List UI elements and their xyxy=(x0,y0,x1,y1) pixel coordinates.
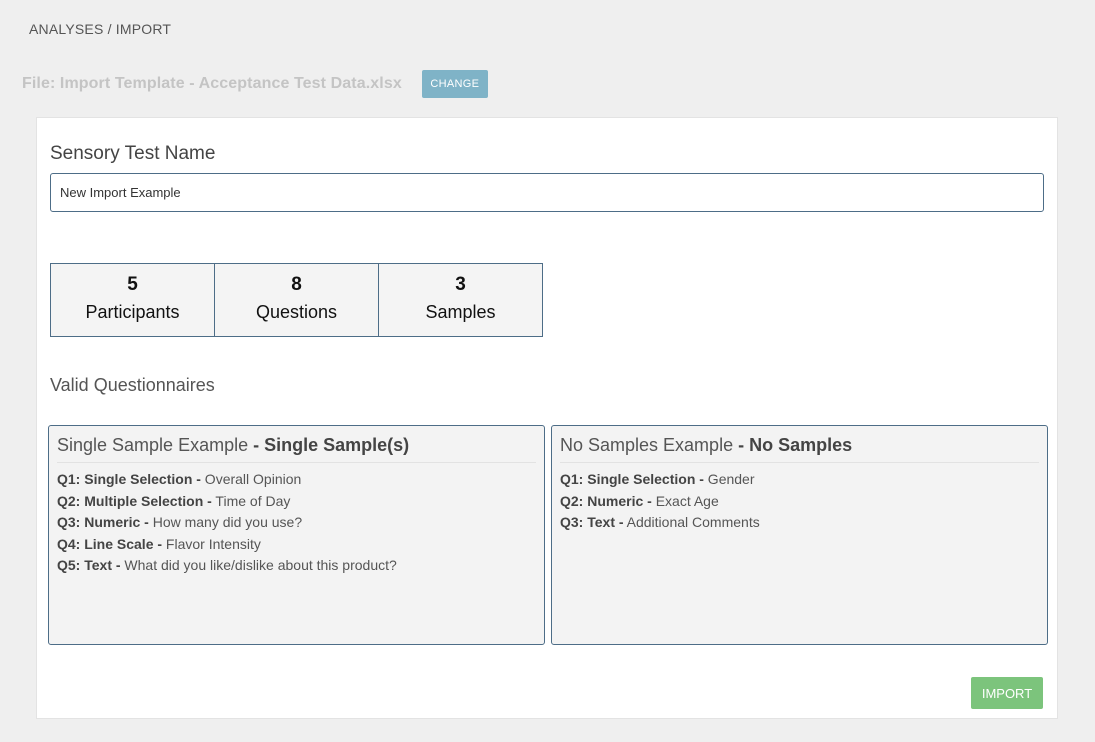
question-item: Q1: Single Selection - Gender xyxy=(560,469,1039,491)
question-item: Q5: Text - What did you like/dislike abo… xyxy=(57,555,536,577)
breadcrumb: ANALYSES / IMPORT xyxy=(29,21,172,37)
stats-summary: 5 Participants 8 Questions 3 Samples xyxy=(50,263,543,337)
file-row: File: Import Template - Acceptance Test … xyxy=(22,70,488,98)
questionnaire-type: - Single Sample(s) xyxy=(253,435,410,455)
question-text: Additional Comments xyxy=(623,514,760,530)
file-label: File: Import Template - Acceptance Test … xyxy=(22,75,402,92)
question-item: Q2: Multiple Selection - Time of Day xyxy=(57,491,536,513)
stat-questions-label: Questions xyxy=(255,302,338,322)
question-item: Q2: Numeric - Exact Age xyxy=(560,491,1039,513)
valid-questionnaires-heading: Valid Questionnaires xyxy=(50,375,215,395)
question-text: Flavor Intensity xyxy=(162,535,261,552)
import-button[interactable]: IMPORT xyxy=(971,677,1043,709)
question-text: How many did you use? xyxy=(148,514,303,530)
question-item: Q4: Line Scale - Flavor Intensity xyxy=(57,534,536,556)
question-prefix: Q5: Text - xyxy=(57,557,121,573)
question-prefix: Q2: Multiple Selection - xyxy=(57,492,212,509)
import-page: ANALYSES / IMPORT File: Import Template … xyxy=(0,0,1095,742)
questionnaire-card-single-sample: Single Sample Example - Single Sample(s)… xyxy=(48,425,545,645)
question-prefix: Q3: Numeric - xyxy=(57,514,149,530)
questionnaire-title: No Samples Example - No Samples xyxy=(560,434,1039,463)
question-text: Time of Day xyxy=(211,492,291,509)
question-item: Q1: Single Selection - Overall Opinion xyxy=(57,469,536,491)
stat-participants: 5 Participants xyxy=(50,263,215,337)
questionnaire-type: - No Samples xyxy=(738,435,853,455)
change-file-button[interactable]: CHANGE xyxy=(421,70,488,98)
test-name-input[interactable] xyxy=(50,173,1044,212)
questionnaire-name: No Samples Example xyxy=(560,435,734,455)
test-name-label: Sensory Test Name xyxy=(50,143,216,164)
stat-samples-label: Samples xyxy=(425,302,496,322)
questionnaire-card-no-samples: No Samples Example - No Samples Q1: Sing… xyxy=(551,425,1048,645)
question-item: Q3: Numeric - How many did you use? xyxy=(57,512,536,534)
question-text: Gender xyxy=(703,471,755,487)
question-text: Overall Opinion xyxy=(200,471,302,487)
stat-participants-label: Participants xyxy=(85,302,180,322)
question-prefix: Q3: Text - xyxy=(560,514,624,530)
stat-samples: 3 Samples xyxy=(378,263,543,337)
import-card: Sensory Test Name 5 Participants 8 Quest… xyxy=(36,117,1058,719)
stat-participants-count: 5 xyxy=(127,274,138,295)
stat-questions-count: 8 xyxy=(291,274,302,295)
question-prefix: Q1: Single Selection - xyxy=(57,471,201,487)
questionnaire-title: Single Sample Example - Single Sample(s) xyxy=(57,434,536,463)
questionnaire-name: Single Sample Example xyxy=(57,435,249,455)
question-prefix: Q4: Line Scale - xyxy=(57,535,163,552)
question-prefix: Q2: Numeric - xyxy=(560,492,652,509)
question-text: Exact Age xyxy=(651,492,719,509)
stat-samples-count: 3 xyxy=(455,274,466,295)
question-prefix: Q1: Single Selection - xyxy=(560,471,704,487)
stat-questions: 8 Questions xyxy=(214,263,379,337)
question-text: What did you like/dislike about this pro… xyxy=(120,557,397,573)
question-item: Q3: Text - Additional Comments xyxy=(560,512,1039,534)
